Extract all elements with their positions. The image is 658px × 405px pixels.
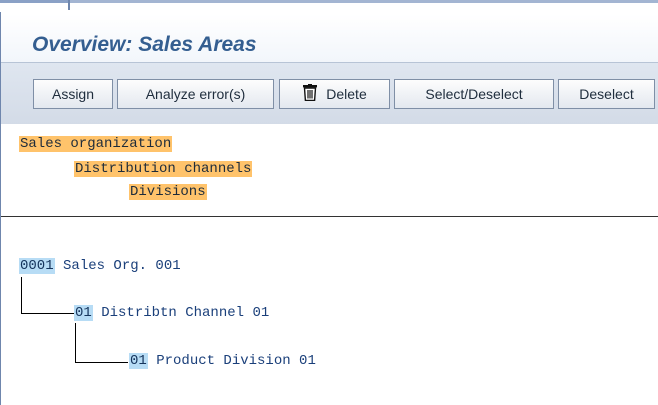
deselect-button-label: Deselect <box>579 86 634 102</box>
tree-connector <box>75 362 128 363</box>
analyze-errors-button-label: Analyze error(s) <box>145 86 246 102</box>
tree-connector <box>21 277 22 314</box>
window-top-strip <box>0 0 658 12</box>
legend-distribution-channels: Distribution channels <box>74 160 253 178</box>
legend-distribution-channels-label: Distribution channels <box>74 161 253 177</box>
tree-connector <box>75 323 76 363</box>
top-strip-segment <box>0 0 68 3</box>
legend-divider <box>1 216 658 217</box>
division-code[interactable]: 01 <box>129 353 148 369</box>
tree-node-division[interactable]: 01 Product Division 01 <box>129 352 316 370</box>
legend-divisions: Divisions <box>129 183 207 201</box>
delete-button-label: Delete <box>326 86 367 102</box>
delete-button[interactable]: Delete <box>279 79 390 109</box>
division-name[interactable]: Product Division 01 <box>156 353 316 369</box>
select-deselect-button-label: Select/Deselect <box>425 86 523 102</box>
distribution-channel-name[interactable]: Distribtn Channel 01 <box>101 305 269 321</box>
trash-icon <box>302 83 318 105</box>
distribution-channel-code[interactable]: 01 <box>74 305 93 321</box>
top-strip-segment <box>70 0 658 3</box>
tree-connector <box>21 313 74 314</box>
select-deselect-button[interactable]: Select/Deselect <box>394 79 554 109</box>
legend-sales-org-label: Sales organization <box>19 136 173 152</box>
tree-node-distribution-channel[interactable]: 01 Distribtn Channel 01 <box>74 304 269 322</box>
assign-button[interactable]: Assign <box>33 79 113 109</box>
analyze-errors-button[interactable]: Analyze error(s) <box>117 79 274 109</box>
tree-node-sales-org[interactable]: 0001 Sales Org. 001 <box>19 257 181 275</box>
assign-button-label: Assign <box>51 86 95 102</box>
legend-sales-org: Sales organization <box>19 135 173 153</box>
deselect-button[interactable]: Deselect <box>558 79 655 109</box>
page-title: Overview: Sales Areas <box>32 33 257 56</box>
sales-org-code[interactable]: 0001 <box>19 258 55 274</box>
legend-divisions-label: Divisions <box>129 184 207 200</box>
sales-org-name[interactable]: Sales Org. 001 <box>63 258 181 274</box>
